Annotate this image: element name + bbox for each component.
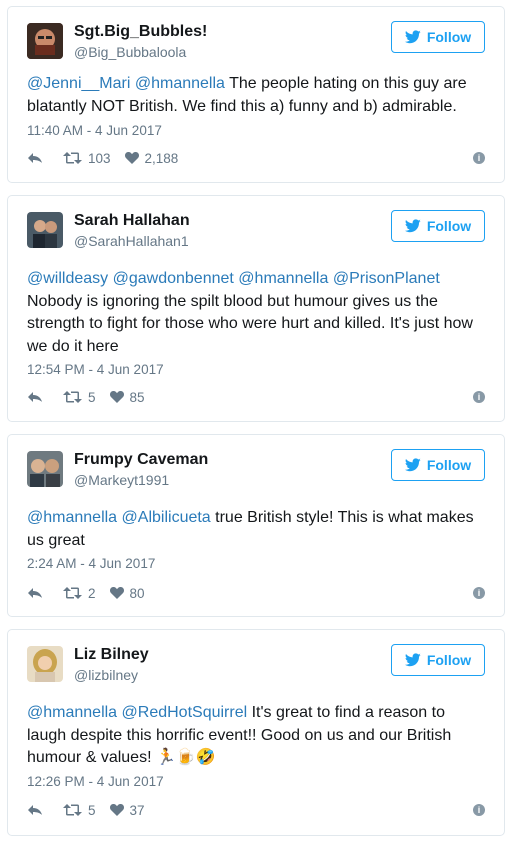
follow-label: Follow [426, 218, 472, 234]
tweet-card: Sarah Hallahan @SarahHallahan1 Follow @w… [7, 195, 505, 422]
follow-button[interactable]: Follow [391, 644, 485, 676]
display-name[interactable]: Liz Bilney [74, 646, 149, 664]
mention-link[interactable]: @Jenni__Mari [27, 75, 130, 92]
like-button[interactable]: 85 [109, 389, 145, 405]
avatar[interactable] [27, 451, 63, 487]
retweet-count: 103 [88, 150, 111, 166]
action-bar: 2 80 i [27, 584, 485, 602]
mention-link[interactable]: @willdeasy [27, 270, 108, 287]
like-count: 37 [129, 802, 145, 818]
tweet-text: @Jenni__Mari @hmannella The people hatin… [27, 75, 467, 115]
info-icon[interactable]: i [473, 804, 485, 816]
tweet-text: @hmannella @RedHotSquirrel It's great to… [27, 704, 452, 766]
user-handle[interactable]: @Markeyt1991 [74, 472, 169, 488]
like-count: 85 [129, 389, 145, 405]
bird-icon [404, 219, 421, 233]
bird-icon [404, 458, 421, 472]
avatar[interactable] [27, 646, 63, 682]
timestamp[interactable]: 12:54 PM - 4 Jun 2017 [27, 362, 164, 377]
follow-label: Follow [426, 457, 472, 473]
like-count: 80 [129, 585, 145, 601]
reply-icon [28, 392, 42, 402]
follow-button[interactable]: Follow [391, 449, 485, 481]
like-button[interactable]: 80 [109, 585, 145, 601]
avatar[interactable] [27, 212, 63, 248]
action-bar: 5 37 i [27, 801, 485, 819]
bird-icon [404, 653, 421, 667]
heart-icon [109, 391, 124, 403]
reply-icon [28, 153, 42, 163]
heart-icon [124, 152, 139, 164]
mention-link[interactable]: @hmannella [27, 704, 117, 721]
user-handle[interactable]: @lizbilney [74, 667, 138, 683]
follow-label: Follow [426, 29, 472, 45]
avatar[interactable] [27, 23, 63, 59]
retweet-icon [63, 587, 82, 599]
timestamp[interactable]: 11:40 AM - 4 Jun 2017 [27, 123, 162, 138]
mention-link[interactable]: @PrisonPlanet [333, 270, 440, 287]
bird-icon [404, 30, 421, 44]
like-button[interactable]: 37 [109, 802, 145, 818]
display-name[interactable]: Frumpy Caveman [74, 451, 208, 469]
mention-link[interactable]: @hmannella [238, 270, 328, 287]
reply-icon [28, 588, 42, 598]
retweet-button[interactable]: 2 [63, 586, 96, 601]
display-name[interactable]: Sarah Hallahan [74, 212, 190, 230]
info-icon[interactable]: i [473, 587, 485, 599]
follow-button[interactable]: Follow [391, 21, 485, 53]
tweet-card: Sgt.Big_Bubbles! @Big_Bubbaloola Follow … [7, 6, 505, 183]
heart-icon [109, 804, 124, 816]
retweet-button[interactable]: 103 [63, 151, 111, 166]
reply-icon [28, 805, 42, 815]
like-count: 2,188 [144, 150, 179, 166]
timestamp[interactable]: 12:26 PM - 4 Jun 2017 [27, 774, 164, 789]
reply-button[interactable] [27, 152, 43, 164]
reply-button[interactable] [27, 804, 43, 816]
tweet-card: Liz Bilney @lizbilney Follow @hmannella … [7, 629, 505, 836]
like-button[interactable]: 2,188 [124, 150, 179, 166]
action-bar: 103 2,188 i [27, 149, 485, 167]
mention-link[interactable]: @hmannella [27, 509, 117, 526]
retweet-button[interactable]: 5 [63, 390, 96, 405]
reply-button[interactable] [27, 391, 43, 403]
retweet-icon [63, 152, 82, 164]
mention-link[interactable]: @gawdonbennet [113, 270, 234, 287]
mention-link[interactable]: @Albilicueta [122, 509, 211, 526]
retweet-icon [63, 804, 82, 816]
user-handle[interactable]: @Big_Bubbaloola [74, 44, 186, 60]
tweet-card: Frumpy Caveman @Markeyt1991 Follow @hman… [7, 434, 505, 617]
info-icon[interactable]: i [473, 152, 485, 164]
follow-label: Follow [426, 652, 472, 668]
info-icon[interactable]: i [473, 391, 485, 403]
retweet-count: 5 [88, 389, 96, 405]
retweet-icon [63, 391, 82, 403]
mention-link[interactable]: @hmannella [135, 75, 225, 92]
reply-button[interactable] [27, 587, 43, 599]
retweet-button[interactable]: 5 [63, 803, 96, 818]
retweet-count: 2 [88, 585, 96, 601]
user-handle[interactable]: @SarahHallahan1 [74, 233, 189, 249]
mention-link[interactable]: @RedHotSquirrel [122, 704, 248, 721]
follow-button[interactable]: Follow [391, 210, 485, 242]
retweet-count: 5 [88, 802, 96, 818]
tweet-text: @hmannella @Albilicueta true British sty… [27, 509, 474, 549]
display-name[interactable]: Sgt.Big_Bubbles! [74, 23, 207, 41]
tweet-text: @willdeasy @gawdonbennet @hmannella @Pri… [27, 270, 473, 355]
timestamp[interactable]: 2:24 AM - 4 Jun 2017 [27, 556, 155, 571]
heart-icon [109, 587, 124, 599]
action-bar: 5 85 i [27, 388, 485, 406]
